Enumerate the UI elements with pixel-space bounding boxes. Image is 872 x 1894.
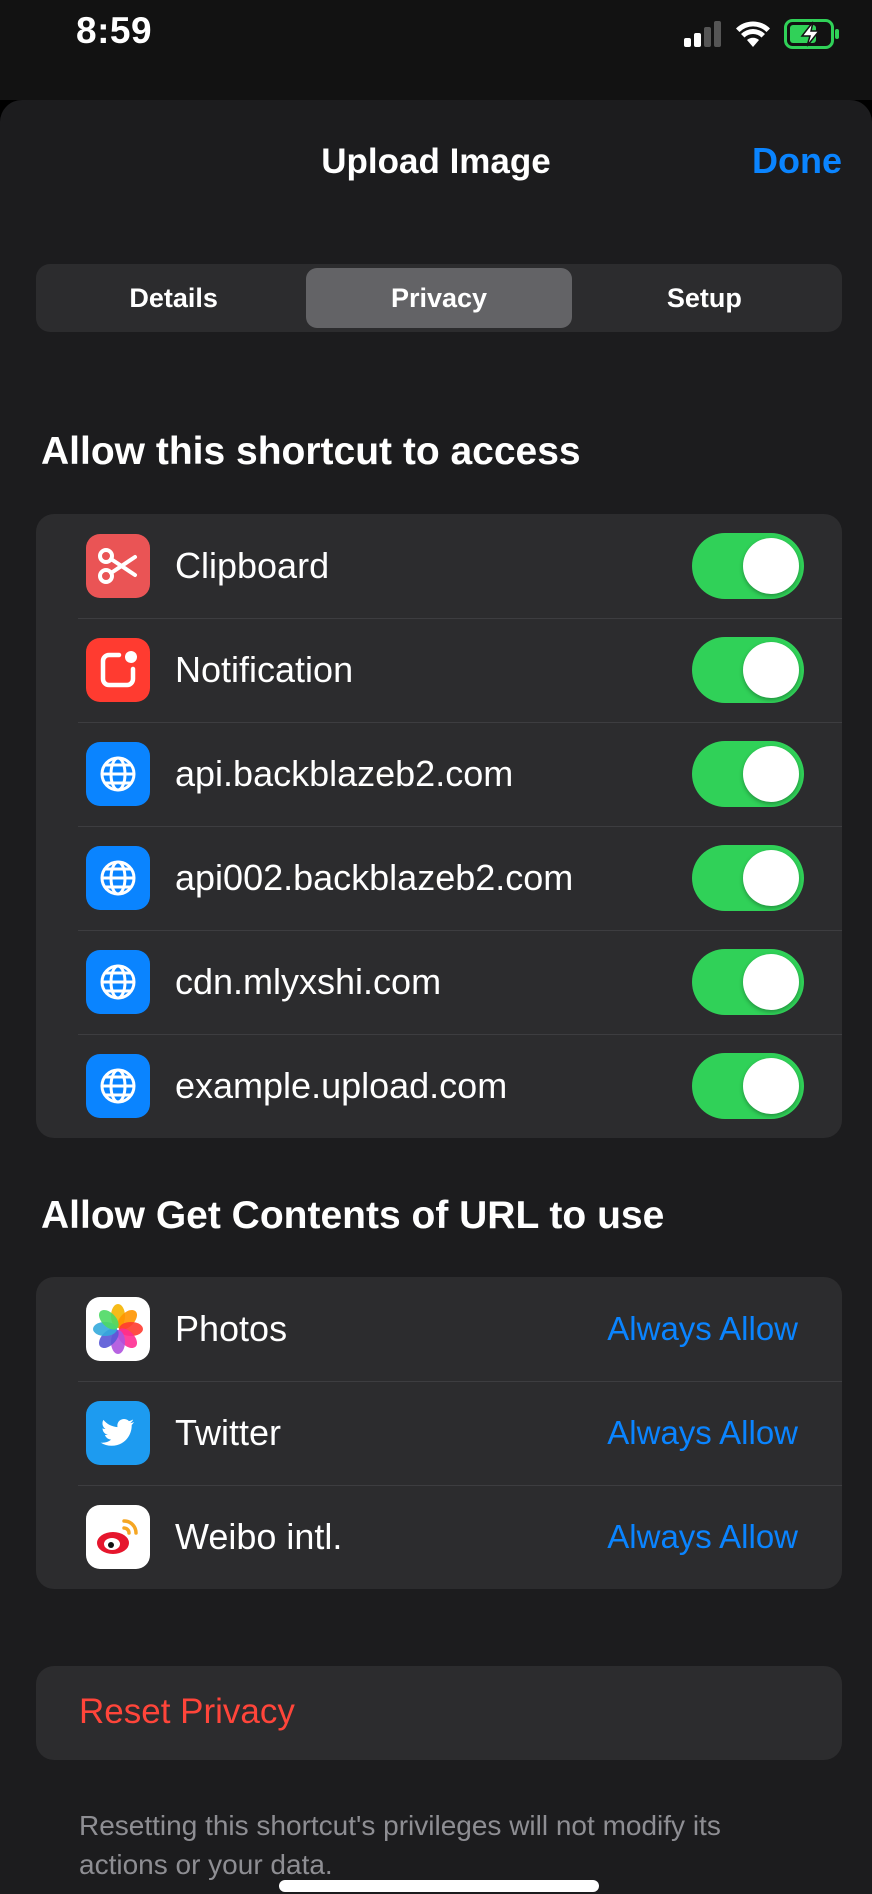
list-item[interactable]: Twitter Always Allow [36, 1381, 842, 1485]
access-item-label: Clipboard [175, 545, 330, 586]
list-item: cdn.mlyxshi.com [36, 930, 842, 1034]
access-section-header: Allow this shortcut to access [41, 430, 581, 473]
status-bar: 8:59 [0, 0, 872, 100]
globe-icon [86, 950, 150, 1014]
list-item: Notification [36, 618, 842, 722]
scissors-icon [86, 534, 150, 598]
weibo-icon [86, 1505, 150, 1569]
cellular-signal-icon [684, 21, 721, 47]
clipboard-toggle[interactable] [692, 533, 804, 599]
access-item-label: cdn.mlyxshi.com [175, 961, 442, 1002]
reset-privacy-label: Reset Privacy [79, 1692, 295, 1731]
domain-toggle[interactable] [692, 1053, 804, 1119]
globe-icon [86, 846, 150, 910]
notification-toggle[interactable] [692, 637, 804, 703]
app-label: Twitter [175, 1412, 282, 1453]
home-indicator [279, 1880, 599, 1892]
access-item-label: example.upload.com [175, 1065, 508, 1106]
tab-details[interactable]: Details [41, 268, 306, 328]
app-label: Weibo intl. [175, 1516, 343, 1557]
status-icons [684, 14, 840, 54]
list-item[interactable]: Photos Always Allow [36, 1277, 842, 1381]
notification-icon [86, 638, 150, 702]
photos-icon [86, 1297, 150, 1361]
segmented-control: Details Privacy Setup [36, 264, 842, 332]
list-item: api002.backblazeb2.com [36, 826, 842, 930]
list-item: example.upload.com [36, 1034, 842, 1138]
done-button[interactable]: Done [752, 140, 842, 182]
always-allow-value[interactable]: Always Allow [607, 1310, 798, 1348]
tab-setup[interactable]: Setup [572, 268, 837, 328]
url-permission-list: Photos Always Allow Twitter Always Allow [36, 1277, 842, 1589]
wifi-icon [736, 21, 770, 47]
always-allow-value[interactable]: Always Allow [607, 1414, 798, 1452]
access-item-label: api002.backblazeb2.com [175, 857, 574, 898]
access-item-label: Notification [175, 649, 354, 690]
access-item-label: api.backblazeb2.com [175, 753, 514, 794]
domain-toggle[interactable] [692, 845, 804, 911]
url-section-header: Allow Get Contents of URL to use [41, 1194, 665, 1237]
twitter-bird-icon [86, 1401, 150, 1465]
always-allow-value[interactable]: Always Allow [607, 1518, 798, 1556]
tab-privacy[interactable]: Privacy [306, 268, 572, 328]
status-time: 8:59 [76, 10, 153, 51]
domain-toggle[interactable] [692, 741, 804, 807]
list-item: Clipboard [36, 514, 842, 618]
app-label: Photos [175, 1308, 288, 1349]
globe-icon [86, 742, 150, 806]
list-item[interactable]: Weibo intl. Always Allow [36, 1485, 842, 1589]
sheet-title: Upload Image [321, 142, 551, 181]
domain-toggle[interactable] [692, 949, 804, 1015]
list-item: api.backblazeb2.com [36, 722, 842, 826]
globe-icon [86, 1054, 150, 1118]
reset-privacy-button[interactable]: Reset Privacy [36, 1666, 842, 1760]
access-list: Clipboard Notification api.backblazeb2.c… [36, 514, 842, 1138]
reset-footnote: Resetting this shortcut's privileges wil… [79, 1810, 721, 1880]
battery-charging-icon [784, 19, 839, 49]
upload-image-sheet: Upload Image Done Details Privacy Setup … [0, 100, 872, 1894]
